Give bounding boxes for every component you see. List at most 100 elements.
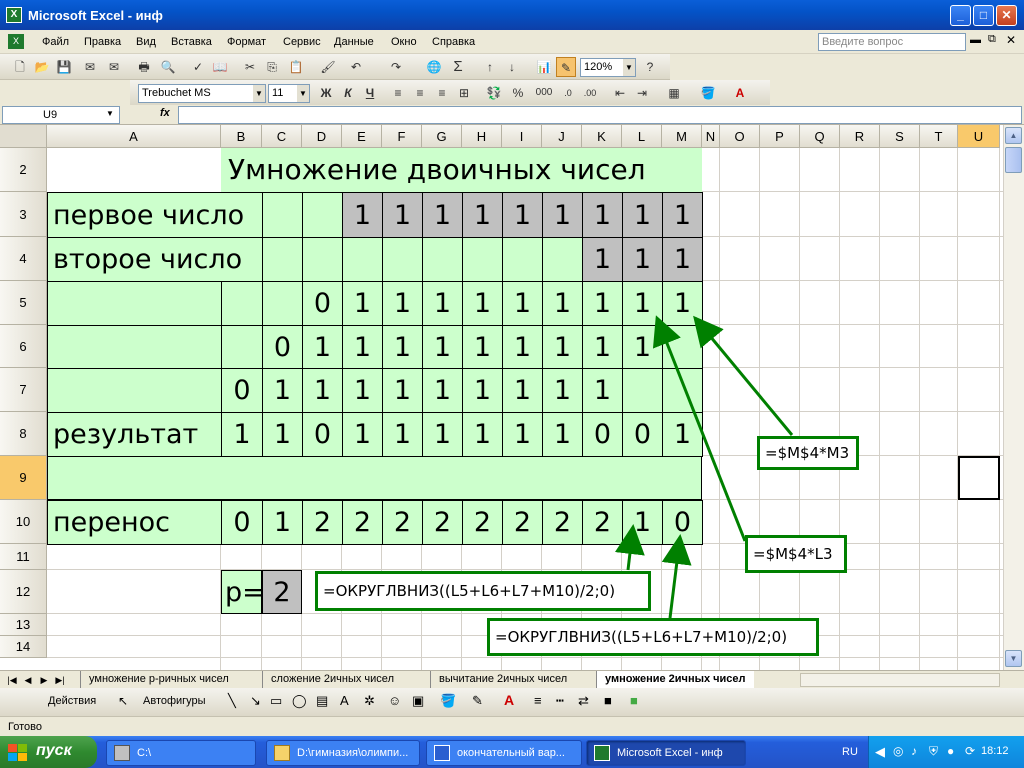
arrow-icon[interactable]: ↘ [250,693,261,709]
menu-data[interactable]: Данные [334,36,374,48]
align-left-icon[interactable]: ≡ [388,83,408,103]
name-box[interactable]: U9 [2,106,120,124]
help-search-input[interactable]: Введите вопрос [818,33,966,51]
tab-sheet-4[interactable]: умножение 2ичных чисел [596,671,754,688]
workbook-icon[interactable]: X [8,34,24,49]
close-button[interactable]: ✕ [996,5,1017,26]
email-icon[interactable]: ✉ [104,57,124,77]
sort-ascending-icon[interactable]: ↑ [480,57,500,77]
first-sheet-icon[interactable]: |◀ [6,673,18,687]
spelling-icon[interactable]: ✓ [188,57,208,77]
percent-button[interactable]: % [508,83,528,103]
clipart-icon[interactable]: ☺ [388,693,401,708]
doc-restore-icon[interactable]: ⧉ [988,33,996,46]
permission-icon[interactable]: ✉ [80,57,100,77]
antivirus-icon[interactable]: ● [947,744,954,758]
picture-icon[interactable]: ▣ [412,693,424,709]
menu-tools[interactable]: Сервис [283,36,321,48]
excel-app-icon[interactable]: X [6,7,22,23]
undo-icon[interactable]: ↶ [346,57,366,77]
currency-icon[interactable]: 💱 [484,83,504,103]
italic-button[interactable]: К [338,83,358,103]
scroll-down-icon[interactable]: ▼ [1005,650,1022,667]
zoom-select[interactable]: 120% ▼ [580,58,636,77]
shadow-icon[interactable]: ■ [604,693,612,708]
worksheet-grid[interactable]: ABCDEFGHIJKLMNOPQRSTU 2 3 4 5 6 7 8 9 10 11 12 13 14… [0,125,1003,670]
network-icon[interactable]: ◎ [893,744,903,758]
print-preview-icon[interactable]: 🔍 [158,57,178,77]
update-icon[interactable]: ⟳ [965,744,975,758]
align-center-icon[interactable]: ≡ [410,83,430,103]
draw-font-color-icon[interactable]: A [504,692,514,708]
thousands-button[interactable]: 000 [532,83,556,103]
copy-icon[interactable]: ⎘ [262,57,282,77]
3d-style-icon[interactable]: ■ [630,693,638,708]
decrease-indent-icon[interactable]: ⇤ [610,83,630,103]
scroll-thumb[interactable] [1005,147,1022,173]
diagram-icon[interactable]: ✲ [364,693,375,709]
menu-help[interactable]: Справка [432,36,475,48]
scroll-up-icon[interactable]: ▲ [1005,127,1022,144]
last-sheet-icon[interactable]: ▶| [54,673,66,687]
menu-view[interactable]: Вид [136,36,156,48]
doc-minimize-icon[interactable]: ▬ [970,34,981,46]
font-select[interactable]: Trebuchet MS ▼ [138,84,266,103]
vertical-scrollbar[interactable]: ▲ ▼ [1003,125,1024,670]
decrease-decimal-icon[interactable]: .00 [580,83,600,103]
save-icon[interactable]: 💾 [54,57,74,77]
tab-sheet-3[interactable]: вычитание 2ичных чисел [430,671,575,688]
cut-icon[interactable]: ✂ [240,57,260,77]
line-style-icon[interactable]: ≡ [534,693,542,708]
increase-indent-icon[interactable]: ⇥ [632,83,652,103]
help-icon[interactable]: ? [640,57,660,77]
tray-expand-icon[interactable]: ◀ [875,744,885,760]
menu-window[interactable]: Окно [391,36,417,48]
menu-file[interactable]: Файл [42,36,69,48]
next-sheet-icon[interactable]: ▶ [38,673,50,687]
print-icon[interactable]: 🖶 [134,57,154,77]
font-color-icon[interactable]: A [730,83,750,103]
fill-color-icon[interactable]: 🪣 [698,83,718,103]
doc-close-icon[interactable]: ✕ [1006,33,1016,47]
format-painter-icon[interactable]: 🖌 [318,57,338,77]
tab-sheet-2[interactable]: сложение 2ичных чисел [262,671,402,688]
menu-insert[interactable]: Вставка [171,36,212,48]
open-icon[interactable]: 📂 [32,57,52,77]
menu-format[interactable]: Формат [227,36,266,48]
insert-function-icon[interactable]: fx [160,107,170,119]
hyperlink-icon[interactable]: 🌐 [424,57,444,77]
new-icon[interactable]: 🗋 [10,57,30,77]
tab-sheet-1[interactable]: умножение р-ричных чисел [80,671,237,688]
align-right-icon[interactable]: ≡ [432,83,452,103]
menu-edit[interactable]: Правка [84,36,121,48]
bold-button[interactable]: Ж [316,83,336,103]
minimize-button[interactable]: _ [950,5,971,26]
formula-input[interactable] [178,106,1022,124]
prev-sheet-icon[interactable]: ◀ [22,673,34,687]
autosum-icon[interactable]: Σ [448,57,468,77]
line-icon[interactable]: ╲ [228,693,236,709]
task-excel[interactable]: Microsoft Excel - инф [586,740,746,766]
horizontal-scrollbar[interactable] [800,673,1000,687]
drawing-icon[interactable]: ✎ [556,57,576,77]
sort-descending-icon[interactable]: ↓ [502,57,522,77]
underline-button[interactable]: Ч [360,83,380,103]
rectangle-icon[interactable]: ▭ [270,693,282,709]
wordart-icon[interactable]: A [340,693,349,708]
oval-icon[interactable]: ◯ [292,693,307,709]
research-icon[interactable]: 📖 [210,57,230,77]
draw-actions-menu[interactable]: Действия [48,695,96,707]
name-box-dropdown-icon[interactable]: ▼ [106,109,114,118]
dash-style-icon[interactable]: ┅ [556,693,564,709]
borders-icon[interactable]: ▦ [664,83,684,103]
increase-decimal-icon[interactable]: .0 [558,83,578,103]
redo-icon[interactable]: ↷ [386,57,406,77]
merge-center-icon[interactable]: ⊞ [454,83,474,103]
security-icon[interactable]: ⛨ [929,744,938,759]
select-objects-icon[interactable]: ↖ [118,694,128,708]
font-size-select[interactable]: 11 ▼ [268,84,310,103]
maximize-button[interactable]: □ [973,5,994,26]
chart-wizard-icon[interactable]: 📊 [534,57,554,77]
autoshapes-menu[interactable]: Автофигуры [143,695,206,707]
arrow-style-icon[interactable]: ⇄ [578,693,589,709]
